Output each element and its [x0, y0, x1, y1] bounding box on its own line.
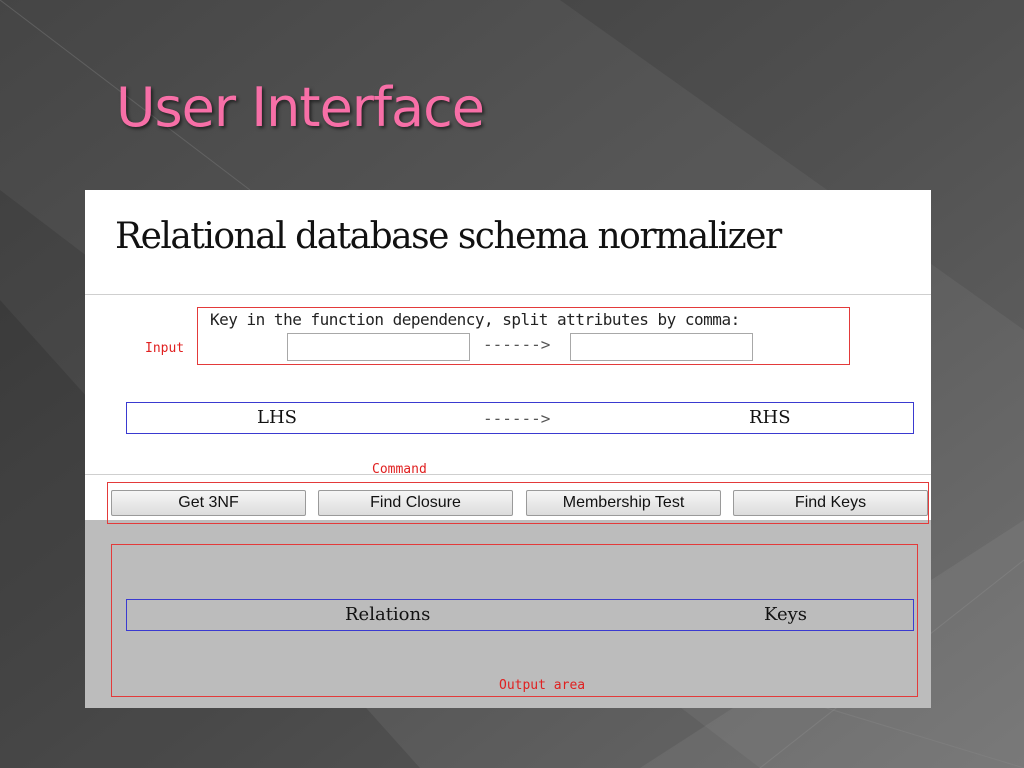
- keys-header: Keys: [764, 604, 808, 625]
- rhs-header: RHS: [749, 407, 791, 428]
- output-section: Relations Keys Output area: [111, 544, 918, 697]
- app-header: Relational database schema normalizer: [85, 190, 931, 295]
- dependency-table-header: LHS ------> RHS: [126, 402, 914, 434]
- slide-title: User Interface: [116, 76, 485, 139]
- app-window: Relational database schema normalizer In…: [85, 190, 931, 708]
- lhs-input[interactable]: [287, 333, 470, 361]
- output-table-header: Relations Keys: [126, 599, 914, 631]
- find-keys-button[interactable]: Find Keys: [733, 490, 928, 516]
- input-annotation: Input: [145, 341, 185, 356]
- command-separator: [85, 474, 931, 475]
- fd-prompt: Key in the function dependency, split at…: [210, 310, 740, 329]
- find-closure-button[interactable]: Find Closure: [318, 490, 513, 516]
- get-3nf-button[interactable]: Get 3NF: [111, 490, 306, 516]
- rhs-input[interactable]: [570, 333, 753, 361]
- relations-header: Relations: [345, 604, 431, 625]
- input-section: Key in the function dependency, split at…: [197, 307, 850, 365]
- table-arrow: ------>: [483, 409, 551, 428]
- output-annotation: Output area: [499, 678, 586, 693]
- input-arrow: ------>: [483, 335, 551, 354]
- lhs-header: LHS: [257, 407, 297, 428]
- app-title: Relational database schema normalizer: [115, 216, 782, 257]
- membership-test-button[interactable]: Membership Test: [526, 490, 721, 516]
